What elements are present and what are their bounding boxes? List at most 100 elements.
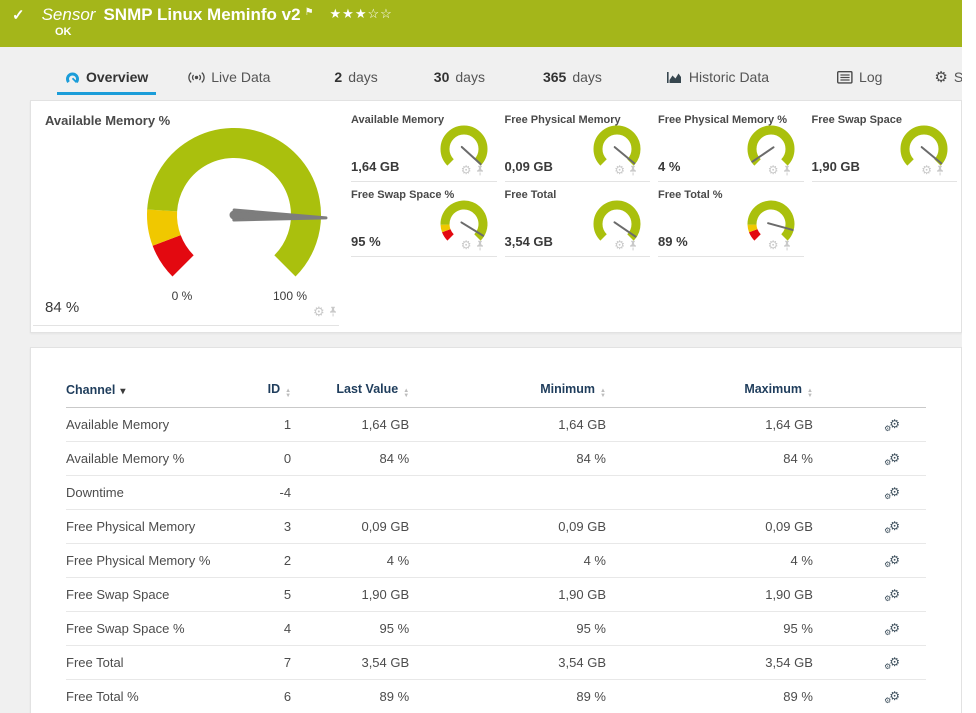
- gear-icon[interactable]: ⚙: [921, 164, 932, 176]
- gear-icon[interactable]: ⚙: [614, 239, 625, 251]
- gear-icon[interactable]: ⚙: [461, 239, 472, 251]
- sort-icon: ▲ ▼: [285, 388, 292, 399]
- channel-id-cell: 6: [257, 679, 292, 713]
- channels-panel: Channel ▾ ID ▲ ▼ Last Value ▲ ▼ Minimum ▲ ▼ Max…: [30, 347, 962, 713]
- pin-icon[interactable]: [628, 165, 638, 176]
- channel-id-cell: -4: [257, 475, 292, 510]
- channel-settings-icon[interactable]: ⚙⚙: [884, 689, 900, 705]
- channel-settings-icon[interactable]: ⚙⚙: [884, 451, 900, 467]
- channel-settings-icon[interactable]: ⚙⚙: [884, 519, 900, 535]
- gauge-tile-icons: ⚙: [768, 164, 792, 176]
- tab-value: 30: [433, 69, 450, 85]
- status-check-icon: ✓: [12, 7, 25, 24]
- gauge-tile[interactable]: Free Physical Memory % 4 % ⚙: [658, 109, 804, 182]
- tab-label: days: [348, 69, 378, 85]
- channel-minimum-cell: 4 %: [409, 543, 606, 578]
- gauge-tile[interactable]: Available Memory 1,64 GB ⚙: [351, 109, 497, 182]
- broadcast-icon: [188, 71, 205, 84]
- channel-last-value-cell: 0,09 GB: [291, 509, 410, 544]
- channel-settings-icon[interactable]: ⚙⚙: [884, 587, 900, 603]
- sensor-title: SNMP Linux Meminfo v2: [103, 5, 301, 24]
- gauge-tile[interactable]: Free Swap Space 1,90 GB ⚙: [811, 109, 957, 182]
- pin-icon[interactable]: [782, 240, 792, 251]
- pin-icon[interactable]: [475, 240, 485, 251]
- channel-row: Downtime -4 ⚙⚙: [66, 475, 926, 510]
- channel-id-cell: 3: [257, 509, 292, 544]
- tab-value: 2: [334, 69, 343, 85]
- tab-live-data[interactable]: Live Data: [180, 65, 278, 95]
- channel-last-value-cell: [291, 475, 410, 510]
- pin-icon[interactable]: [935, 165, 945, 176]
- tab-label: days: [455, 69, 485, 85]
- sort-desc-icon: ▾: [120, 386, 126, 397]
- gear-icon[interactable]: ⚙: [461, 164, 472, 176]
- flag-icon[interactable]: ⚑: [305, 7, 314, 18]
- tab-settings[interactable]: ⚙ Settings: [926, 65, 962, 95]
- gauge-icon: [65, 70, 80, 85]
- channel-maximum-cell: 1,64 GB: [606, 407, 813, 442]
- tab-label: Log: [859, 69, 883, 85]
- channel-row: Available Memory % 0 84 % 84 % 84 % ⚙⚙: [66, 441, 926, 476]
- tab-label: Settings: [953, 69, 962, 85]
- gear-icon[interactable]: ⚙: [313, 305, 325, 318]
- channel-id-cell: 7: [257, 645, 292, 680]
- channel-minimum-cell: 84 %: [409, 441, 606, 476]
- channel-name-cell: Available Memory %: [66, 441, 258, 476]
- gauge-tile[interactable]: Free Physical Memory 0,09 GB ⚙: [504, 109, 650, 182]
- pin-icon[interactable]: [628, 240, 638, 251]
- column-header-id[interactable]: ID ▲ ▼: [257, 382, 292, 408]
- sort-icon: ▲ ▼: [403, 388, 410, 399]
- tab-label: Live Data: [211, 69, 271, 85]
- gear-icon[interactable]: ⚙: [768, 164, 779, 176]
- channel-settings-icon[interactable]: ⚙⚙: [884, 417, 900, 433]
- channel-last-value-cell: 4 %: [291, 543, 410, 578]
- channel-last-value-cell: 89 %: [291, 679, 410, 713]
- channel-settings-icon[interactable]: ⚙⚙: [884, 553, 900, 569]
- channel-actions-cell: ⚙⚙: [812, 577, 926, 612]
- channel-maximum-cell: 89 %: [606, 679, 813, 713]
- gauge-tile-value: 0,09 GB: [504, 159, 553, 174]
- gauge-tile[interactable]: Free Swap Space % 95 % ⚙: [351, 184, 497, 257]
- channel-last-value-cell: 1,64 GB: [291, 407, 410, 442]
- gauge-tile[interactable]: Free Total 3,54 GB ⚙: [504, 184, 650, 257]
- main-gauge-min-label: 0 %: [171, 289, 193, 303]
- channel-minimum-cell: 95 %: [409, 611, 606, 646]
- tab-overview[interactable]: Overview: [57, 65, 157, 95]
- channel-minimum-cell: 0,09 GB: [409, 509, 606, 544]
- channel-actions-cell: ⚙⚙: [812, 441, 926, 476]
- channel-id-cell: 4: [257, 611, 292, 646]
- column-header-channel[interactable]: Channel ▾: [66, 382, 258, 408]
- channel-settings-icon[interactable]: ⚙⚙: [884, 621, 900, 637]
- gauge-tile-value: 4 %: [658, 159, 681, 174]
- channel-maximum-cell: 1,90 GB: [606, 577, 813, 612]
- column-header-minimum[interactable]: Minimum ▲ ▼: [409, 382, 606, 408]
- pin-icon[interactable]: [328, 306, 338, 317]
- tab-365-days[interactable]: 365 days: [535, 65, 610, 95]
- log-list-icon: [837, 70, 853, 84]
- priority-stars[interactable]: ★★★☆☆: [330, 6, 393, 22]
- column-header-maximum[interactable]: Maximum ▲ ▼: [606, 382, 813, 408]
- gauges-panel: Available Memory % 0 % 100 % 84 % ⚙ Avai…: [30, 100, 962, 333]
- gauge-tile-icons: ⚙: [768, 239, 792, 251]
- gear-icon[interactable]: ⚙: [768, 239, 779, 251]
- pin-icon[interactable]: [475, 165, 485, 176]
- tab-2-days[interactable]: 2 days: [326, 65, 385, 95]
- channel-settings-icon[interactable]: ⚙⚙: [884, 655, 900, 671]
- tab-bar: Overview Live Data 2 days 30 days 365 da…: [0, 65, 962, 95]
- column-header-actions: [812, 382, 926, 408]
- channel-maximum-cell: 4 %: [606, 543, 813, 578]
- channel-actions-cell: ⚙⚙: [812, 679, 926, 713]
- gauge-tile[interactable]: Free Total % 89 % ⚙: [658, 184, 804, 257]
- tab-historic-data[interactable]: Historic Data: [658, 65, 777, 95]
- gauge-tile-value: 89 %: [658, 234, 688, 249]
- channel-name-cell: Free Physical Memory %: [66, 543, 258, 578]
- channel-name-cell: Free Swap Space %: [66, 611, 258, 646]
- pin-icon[interactable]: [782, 165, 792, 176]
- channel-settings-icon[interactable]: ⚙⚙: [884, 485, 900, 501]
- tab-log[interactable]: Log: [829, 65, 890, 95]
- gauge-tile-icons: ⚙: [461, 239, 485, 251]
- channel-row: Available Memory 1 1,64 GB 1,64 GB 1,64 GB ⚙⚙: [66, 407, 926, 442]
- gear-icon[interactable]: ⚙: [614, 164, 625, 176]
- column-header-last-value[interactable]: Last Value ▲ ▼: [291, 382, 410, 408]
- tab-30-days[interactable]: 30 days: [426, 65, 493, 95]
